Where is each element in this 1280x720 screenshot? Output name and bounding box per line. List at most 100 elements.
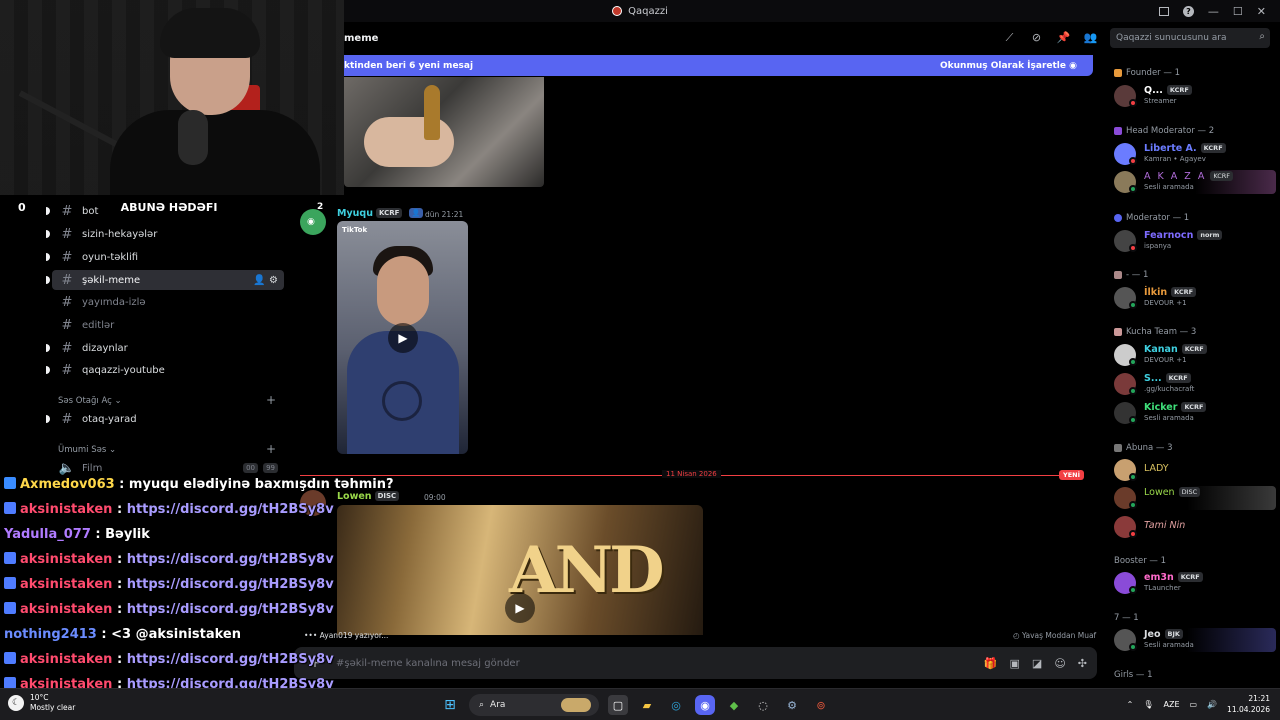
minecraft-icon[interactable]: ◆ bbox=[724, 695, 744, 715]
goal-count: 0 bbox=[18, 200, 26, 214]
message-author[interactable]: Lowen DISC bbox=[337, 491, 400, 502]
app-icon[interactable]: ◌ bbox=[753, 695, 773, 715]
hash-icon: # bbox=[61, 249, 73, 265]
member-item[interactable]: Kicker KCRF Sesli aramada bbox=[1114, 401, 1276, 425]
channel-item-sekil-meme[interactable]: # şəkil-meme 👤 ⚙ bbox=[46, 270, 284, 290]
hash-icon: # bbox=[61, 226, 73, 242]
channel-item-qaqazzi-youtube[interactable]: # qaqazzi-youtube bbox=[46, 360, 284, 380]
channel-item-sizin-hekayeler[interactable]: # sizin-hekayələr bbox=[46, 224, 284, 244]
member-item[interactable]: Lowen DISC bbox=[1114, 486, 1276, 510]
video-attachment[interactable]: TikTok ▶ bbox=[337, 221, 468, 454]
member-item[interactable]: A K A Z A KCRF Sesli aramada bbox=[1114, 170, 1276, 194]
volume-icon[interactable]: 🔊 bbox=[1207, 700, 1217, 709]
threads-icon[interactable]: ⟋ bbox=[1002, 30, 1017, 45]
windows-start-icon[interactable]: ⊞ bbox=[440, 695, 460, 715]
taskbar: ☾ 10°C Mostly clear ⊞ ⌕ Ara ▢ ▰ ◎ ◉ ◆ ◌ ⚙ … bbox=[0, 688, 1280, 720]
window-title: Qaqazzi bbox=[628, 5, 668, 17]
avatar[interactable]: ◉ bbox=[300, 209, 326, 235]
gif-icon[interactable]: ▣ bbox=[1010, 657, 1020, 670]
notification-mute-icon[interactable]: ⊘ bbox=[1029, 30, 1044, 45]
close-button[interactable]: ✕ bbox=[1257, 5, 1266, 18]
minimize-button[interactable]: — bbox=[1208, 5, 1219, 18]
video-title-text: AND bbox=[509, 533, 665, 608]
chat-message: aksinistaken : https://discord.gg/tH2BSy… bbox=[4, 602, 334, 617]
chat-badge-icon bbox=[4, 577, 16, 589]
channel-name: meme bbox=[344, 32, 379, 44]
file-explorer-icon[interactable]: ▰ bbox=[637, 695, 657, 715]
apps-icon[interactable]: ✣ bbox=[1078, 657, 1087, 670]
search-input[interactable]: Qaqazzi sunucusunu ara ⌕ bbox=[1110, 28, 1270, 48]
message-image-attachment[interactable] bbox=[344, 77, 544, 187]
member-group-header: Kucha Team — 3 bbox=[1114, 327, 1196, 337]
mark-as-read-button[interactable]: Okunmuş Olarak İşaretle ◉ bbox=[940, 61, 1077, 71]
new-messages-text: ktinden beri 6 yeni mesaj bbox=[344, 60, 474, 71]
category-voice-create[interactable]: Səs Otağı Aç ⌄ + bbox=[58, 393, 276, 407]
member-item[interactable]: Jeo BJK Sesli aramada bbox=[1114, 628, 1276, 652]
speaker-icon: 🔈 bbox=[58, 460, 76, 476]
webcam-overlay bbox=[0, 0, 344, 195]
moon-icon: ☾ bbox=[8, 695, 24, 711]
gift-icon[interactable]: 🎁 bbox=[984, 657, 998, 670]
member-item[interactable]: S... KCRF .gg/kuchacraft bbox=[1114, 372, 1276, 396]
steam-icon[interactable]: ⚙ bbox=[782, 695, 802, 715]
system-tray: ⌃ 🎙 AZE ▭ 🔊 21:21 11.04.2026 bbox=[1127, 693, 1270, 715]
clock[interactable]: 21:21 11.04.2026 bbox=[1227, 693, 1270, 715]
category-general-voice[interactable]: Ümumi Səs ⌄ + bbox=[58, 442, 276, 456]
ice-cream-image bbox=[424, 85, 440, 140]
invite-icon[interactable]: 👤 bbox=[253, 275, 265, 286]
hash-icon: # bbox=[61, 203, 73, 219]
member-item[interactable]: Tami Nin bbox=[1114, 515, 1276, 539]
message-author[interactable]: Myuqu KCRF 👤 bbox=[337, 208, 424, 219]
chat-badge-icon bbox=[4, 652, 16, 664]
chat-message: aksinistaken : https://discord.gg/tH2BSy… bbox=[4, 652, 334, 667]
channel-item-dizaynlar[interactable]: # dizaynlar bbox=[46, 338, 284, 358]
network-icon[interactable]: ▭ bbox=[1190, 700, 1198, 709]
member-item[interactable]: Kanan KCRF DEVOUR +1 bbox=[1114, 343, 1276, 367]
chat-badge-icon bbox=[4, 502, 16, 514]
member-group-header: Abuna — 3 bbox=[1114, 443, 1173, 453]
help-icon[interactable]: ? bbox=[1182, 5, 1194, 17]
microphone-icon[interactable]: 🎙 bbox=[1143, 700, 1153, 709]
member-item[interactable]: em3n KCRF TLauncher bbox=[1114, 571, 1276, 595]
channel-item-otaq-yarad[interactable]: # otaq-yarad bbox=[46, 409, 284, 429]
date-divider: 11 Nisan 2026 YENİ bbox=[300, 470, 1084, 480]
discord-icon[interactable]: ◉ bbox=[695, 695, 715, 715]
obs-icon[interactable]: ⊚ bbox=[811, 695, 831, 715]
add-channel-icon[interactable]: + bbox=[266, 442, 276, 456]
tray-chevron-icon[interactable]: ⌃ bbox=[1127, 700, 1134, 709]
hand-image bbox=[364, 117, 454, 167]
pin-icon[interactable]: 📌 bbox=[1056, 30, 1071, 45]
role-icon bbox=[1114, 328, 1122, 336]
add-channel-icon[interactable]: + bbox=[266, 393, 276, 407]
channel-item-oyun-teklifi[interactable]: # oyun-təklifi bbox=[46, 247, 284, 267]
weather-widget[interactable]: ☾ 10°C Mostly clear bbox=[8, 693, 75, 713]
tiktok-label: TikTok bbox=[342, 226, 368, 234]
member-item[interactable]: Liberte A. KCRF Kamran • Agayev bbox=[1114, 142, 1276, 166]
shield-icon bbox=[1114, 214, 1122, 222]
video-attachment[interactable]: AND ▶ bbox=[337, 505, 703, 635]
channel-item-yayimda-izle[interactable]: # yayımda-izlə bbox=[52, 292, 284, 312]
member-item[interactable]: İlkin KCRF DEVOUR +1 bbox=[1114, 286, 1276, 310]
member-item[interactable]: LADY bbox=[1114, 458, 1276, 482]
sticker-icon[interactable]: ◪ bbox=[1032, 657, 1042, 670]
maximize-button[interactable]: ☐ bbox=[1233, 5, 1243, 18]
member-item[interactable]: Q... KCRF Streamer bbox=[1114, 84, 1276, 108]
discord-bot-icon: ◉ bbox=[307, 217, 315, 227]
channel-item-editler[interactable]: # editlər bbox=[52, 315, 284, 335]
member-list-icon[interactable]: 👥 bbox=[1083, 30, 1098, 45]
play-icon[interactable]: ▶ bbox=[388, 323, 418, 353]
edge-browser-icon[interactable]: ◎ bbox=[666, 695, 686, 715]
channel-item-bot[interactable]: # bot bbox=[46, 201, 284, 221]
inbox-icon[interactable] bbox=[1158, 6, 1169, 16]
new-messages-bar[interactable]: ktinden beri 6 yeni mesaj Okunmuş Olarak… bbox=[290, 55, 1093, 76]
play-icon[interactable]: ▶ bbox=[505, 593, 535, 623]
hash-icon: # bbox=[61, 272, 73, 288]
settings-gear-icon[interactable]: ⚙ bbox=[269, 275, 278, 286]
taskbar-search[interactable]: ⌕ Ara bbox=[469, 694, 599, 716]
hash-icon: # bbox=[61, 317, 73, 333]
message-input[interactable]: + #şəkil-meme kanalına mesaj gönder 🎁 ▣ … bbox=[294, 647, 1097, 679]
language-indicator[interactable]: AZE bbox=[1164, 700, 1180, 709]
task-view-icon[interactable]: ▢ bbox=[608, 695, 628, 715]
member-item[interactable]: Fearnocn norm ispanya bbox=[1114, 229, 1276, 253]
emoji-icon[interactable]: ☺ bbox=[1054, 657, 1065, 670]
